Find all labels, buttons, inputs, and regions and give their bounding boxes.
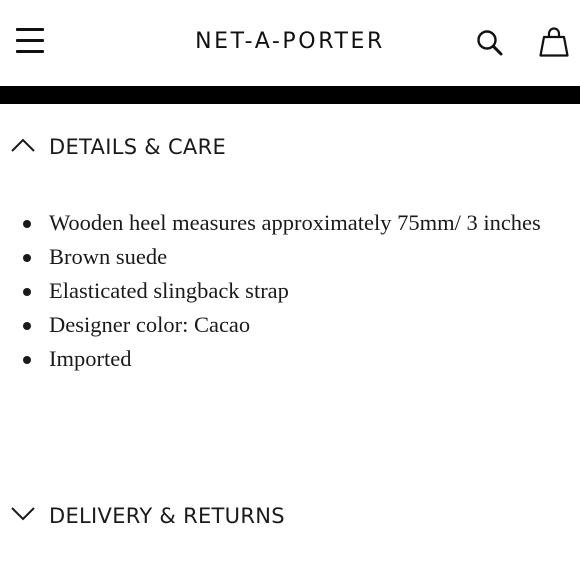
details-list: Wooden heel measures approximately 75mm/… [20,206,570,376]
search-icon[interactable] [474,27,506,59]
details-care-accordion-header[interactable]: DETAILS & CARE [0,127,580,167]
list-item: Designer color: Cacao [20,308,570,342]
delivery-returns-title: DELIVERY & RETURNS [49,504,285,528]
header-divider-bar [0,86,580,104]
details-care-title: DETAILS & CARE [49,135,227,159]
chevron-down-icon [11,507,35,521]
list-item: Imported [20,342,570,376]
shopping-bag-icon[interactable] [536,24,572,60]
chevron-up-icon [11,138,35,152]
list-item: Elasticated slingback strap [20,274,570,308]
list-item: Brown suede [20,240,570,274]
list-item: Wooden heel measures approximately 75mm/… [20,206,570,240]
site-header: NET-A-PORTER [0,0,580,86]
delivery-returns-accordion-header[interactable]: DELIVERY & RETURNS [0,496,580,536]
